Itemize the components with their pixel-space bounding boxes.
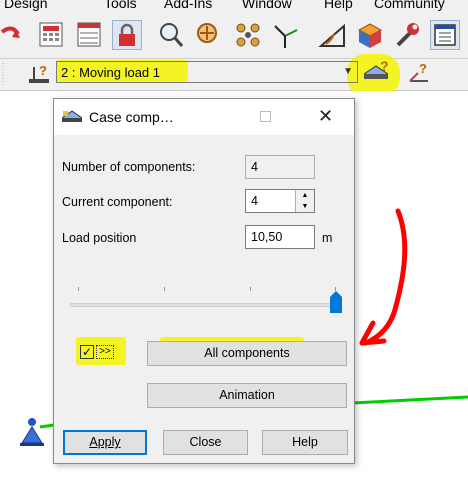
case-components-icon: ? bbox=[363, 58, 389, 79]
current-component-stepper[interactable]: 4 ▲ ▼ bbox=[245, 189, 315, 213]
load-help-icon[interactable]: ? bbox=[404, 61, 432, 85]
number-of-components-value: 4 bbox=[251, 160, 258, 174]
animation-button[interactable]: Animation bbox=[147, 383, 347, 408]
axes-icon[interactable] bbox=[270, 20, 300, 50]
support-node-icon bbox=[20, 418, 44, 446]
dialog-title: Case comp… bbox=[89, 109, 174, 125]
load-position-input[interactable]: 10,50 bbox=[245, 225, 315, 249]
apply-button[interactable]: Apply bbox=[63, 430, 147, 455]
load-case-combo[interactable]: 2 : Moving load 1 ▼ bbox=[56, 61, 358, 83]
toolbar-grip[interactable] bbox=[0, 61, 6, 87]
menu-community[interactable]: Community bbox=[374, 0, 445, 10]
menu-window[interactable]: Window bbox=[242, 0, 292, 10]
expand-toggle[interactable]: >> bbox=[96, 345, 114, 359]
properties-window-icon[interactable] bbox=[430, 20, 460, 50]
number-of-components-label: Number of components: bbox=[62, 160, 196, 174]
calculator-icon[interactable] bbox=[36, 20, 66, 50]
case-components-button[interactable]: ? bbox=[360, 58, 394, 86]
menu-help[interactable]: Help bbox=[324, 0, 353, 10]
dialog-titlebar[interactable]: Case comp… ✕ bbox=[54, 99, 354, 135]
pan-icon[interactable] bbox=[233, 20, 263, 50]
all-components-checkbox[interactable]: ✓ bbox=[80, 345, 94, 359]
number-of-components-field: 4 bbox=[245, 155, 315, 179]
apply-label: Apply bbox=[89, 435, 121, 449]
zoom-icon[interactable] bbox=[156, 20, 186, 50]
lock-icon[interactable] bbox=[112, 20, 142, 50]
slider-tick bbox=[250, 287, 251, 291]
load-position-label: Load position bbox=[62, 231, 137, 245]
slider-track[interactable] bbox=[70, 303, 342, 307]
svg-text:?: ? bbox=[39, 63, 47, 78]
slider-tick bbox=[164, 287, 165, 291]
all-components-button[interactable]: All components bbox=[147, 341, 347, 366]
case-components-dialog: Case comp… ✕ Number of components: 4 Cur… bbox=[53, 98, 355, 464]
load-position-unit: m bbox=[322, 231, 333, 245]
model-cube-icon[interactable] bbox=[355, 20, 385, 50]
main-toolbar bbox=[0, 12, 468, 59]
chevron-down-icon[interactable]: ▼ bbox=[343, 66, 353, 77]
stepper-down-icon[interactable]: ▼ bbox=[295, 201, 314, 212]
current-component-label: Current component: bbox=[62, 195, 173, 209]
load-position-slider[interactable] bbox=[70, 287, 342, 323]
results-table-icon[interactable] bbox=[74, 20, 104, 50]
maximize-icon[interactable] bbox=[260, 111, 271, 122]
wrench-icon[interactable] bbox=[392, 20, 422, 50]
current-component-value: 4 bbox=[251, 194, 258, 208]
svg-text:?: ? bbox=[419, 61, 427, 76]
undo-icon[interactable] bbox=[0, 20, 30, 50]
dialog-app-icon bbox=[61, 109, 83, 125]
load-case-combo-value: 2 : Moving load 1 bbox=[61, 65, 161, 80]
menu-bar: Design Tools Add-Ins Window Help Communi… bbox=[0, 0, 468, 12]
menu-design[interactable]: Design bbox=[4, 0, 48, 10]
measure-icon[interactable] bbox=[318, 20, 348, 50]
structure-member-line-left bbox=[39, 423, 55, 429]
help-button[interactable]: Help bbox=[262, 430, 348, 455]
close-icon[interactable]: ✕ bbox=[318, 107, 334, 125]
close-button[interactable]: Close bbox=[163, 430, 248, 455]
menu-tools[interactable]: Tools bbox=[104, 0, 137, 10]
load-position-value: 10,50 bbox=[251, 230, 283, 244]
menu-add-ins[interactable]: Add-Ins bbox=[164, 0, 212, 10]
slider-thumb[interactable] bbox=[330, 291, 342, 313]
slider-tick bbox=[78, 287, 79, 291]
structure-member-line bbox=[351, 395, 468, 405]
zoom-window-icon[interactable] bbox=[194, 20, 224, 50]
svg-text:?: ? bbox=[380, 58, 389, 74]
load-case-help-icon[interactable]: ? bbox=[26, 61, 52, 85]
